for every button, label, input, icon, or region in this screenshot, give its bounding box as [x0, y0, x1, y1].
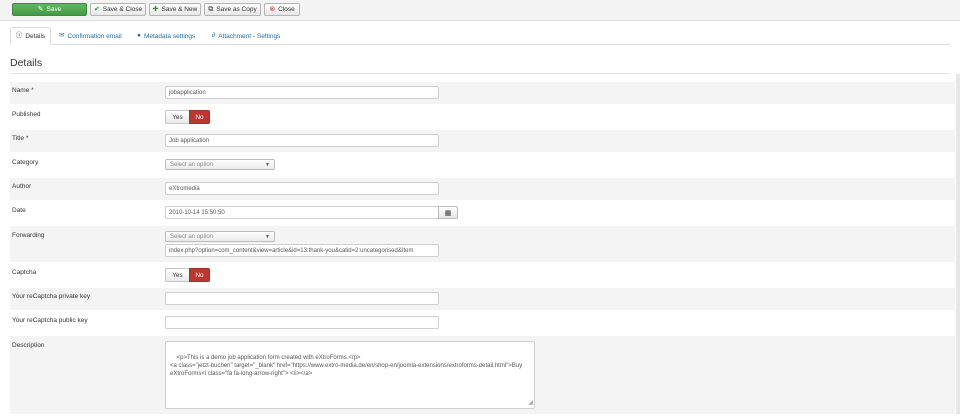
name-row: Name * jobapplication [10, 82, 955, 104]
published-yes-button[interactable]: Yes [165, 110, 189, 124]
recaptcha-public-row: Your reCaptcha public key [10, 312, 955, 334]
envelope-icon: ✉ [59, 31, 65, 39]
tab-bar: ⓘ Details ✉ Confirmation email ● Metadat… [10, 27, 950, 45]
resize-grip-icon[interactable]: ◢ [528, 399, 533, 407]
captcha-row: Captcha Yes No [10, 264, 955, 286]
plus-icon: ✚ [152, 6, 159, 13]
author-input[interactable]: eXtromedia [165, 182, 439, 195]
description-textarea[interactable]: <p>This is a demo job application form c… [165, 341, 535, 409]
chevron-down-icon: ▼ [265, 233, 270, 240]
calendar-button[interactable]: ▦ [438, 206, 458, 219]
tab-confirmation-email[interactable]: ✉ Confirmation email [59, 27, 122, 45]
published-no-button[interactable]: No [189, 110, 210, 124]
scrollbar[interactable] [956, 74, 960, 414]
date-input[interactable]: 2010-10-14 15:50:50 [165, 206, 439, 219]
category-select-placeholder: Select an option [170, 161, 214, 168]
date-row: Date 2010-10-14 15:50:50 ▦ [10, 202, 955, 224]
captcha-toggle: Yes No [165, 268, 210, 282]
date-label: Date [12, 207, 26, 214]
save-close-button-label: Save & Close [102, 6, 143, 13]
category-row: Category Select an option ▼ [10, 154, 955, 176]
divider [10, 73, 950, 74]
pin-icon: ● [137, 31, 141, 39]
tab-attachment-settings-label: Attachment - Settings [218, 32, 281, 40]
save-button-label: Save [46, 6, 62, 13]
published-label: Published [12, 111, 41, 118]
save-icon: ✎ [37, 6, 44, 13]
description-row: Description <p>This is a demo job applic… [10, 336, 955, 414]
tab-metadata-settings-label: Metadata settings [143, 32, 196, 40]
captcha-label: Captcha [12, 269, 37, 276]
save-copy-button[interactable]: ⧉ Save as Copy [204, 3, 261, 16]
name-label: Name * [12, 87, 34, 94]
save-copy-button-label: Save as Copy [216, 6, 257, 13]
toolbar: ✎ Save ✔ Save & Close ✚ Save & New ⧉ Sav… [0, 0, 960, 21]
save-new-button-label: Save & New [161, 6, 198, 13]
info-icon: ⓘ [15, 31, 23, 39]
tab-attachment-settings[interactable]: ∂ Attachment - Settings [212, 27, 280, 45]
copy-icon: ⧉ [208, 6, 214, 13]
save-new-button[interactable]: ✚ Save & New [149, 3, 201, 16]
tab-details-label: Details [25, 32, 46, 40]
author-row: Author eXtromedia [10, 178, 955, 200]
title-label: Title * [12, 135, 29, 142]
forwarding-row: Forwarding Select an option ▼ index.php?… [10, 226, 955, 262]
published-row: Published Yes No [10, 106, 955, 128]
forwarding-url-input[interactable]: index.php?option=com_content&view=articl… [165, 244, 439, 257]
recaptcha-private-input[interactable] [165, 292, 439, 305]
check-icon: ✔ [93, 6, 100, 13]
forwarding-select-placeholder: Select an option [170, 233, 214, 240]
recaptcha-public-label: Your reCaptcha public key [12, 317, 88, 324]
captcha-no-button[interactable]: No [189, 268, 210, 282]
recaptcha-private-row: Your reCaptcha private key [10, 288, 955, 310]
close-button[interactable]: ⊗ Close [264, 3, 300, 16]
forwarding-label: Forwarding [12, 232, 45, 239]
tab-details[interactable]: ⓘ Details [10, 27, 51, 45]
captcha-yes-button[interactable]: Yes [165, 268, 189, 282]
title-input[interactable]: Job application [165, 134, 439, 147]
author-label: Author [12, 183, 32, 190]
category-label: Category [12, 159, 39, 166]
recaptcha-private-label: Your reCaptcha private key [12, 293, 91, 300]
category-select[interactable]: Select an option ▼ [165, 159, 275, 170]
description-text: <p>This is a demo job application form c… [170, 355, 523, 377]
tab-confirmation-email-label: Confirmation email [67, 32, 122, 40]
section-title: Details [10, 57, 43, 69]
tab-metadata-settings[interactable]: ● Metadata settings [137, 27, 195, 45]
save-close-button[interactable]: ✔ Save & Close [90, 3, 146, 16]
close-button-label: Close [278, 6, 295, 13]
save-button[interactable]: ✎ Save [12, 3, 87, 16]
chevron-down-icon: ▼ [265, 161, 270, 168]
name-input[interactable]: jobapplication [165, 86, 439, 99]
paperclip-icon: ∂ [212, 31, 216, 39]
recaptcha-public-input[interactable] [165, 316, 439, 329]
description-label: Description [12, 342, 45, 349]
title-row: Title * Job application [10, 130, 955, 152]
forwarding-select[interactable]: Select an option ▼ [165, 231, 275, 242]
close-circle-icon: ⊗ [269, 6, 276, 13]
published-toggle: Yes No [165, 110, 210, 124]
calendar-icon: ▦ [444, 209, 452, 217]
